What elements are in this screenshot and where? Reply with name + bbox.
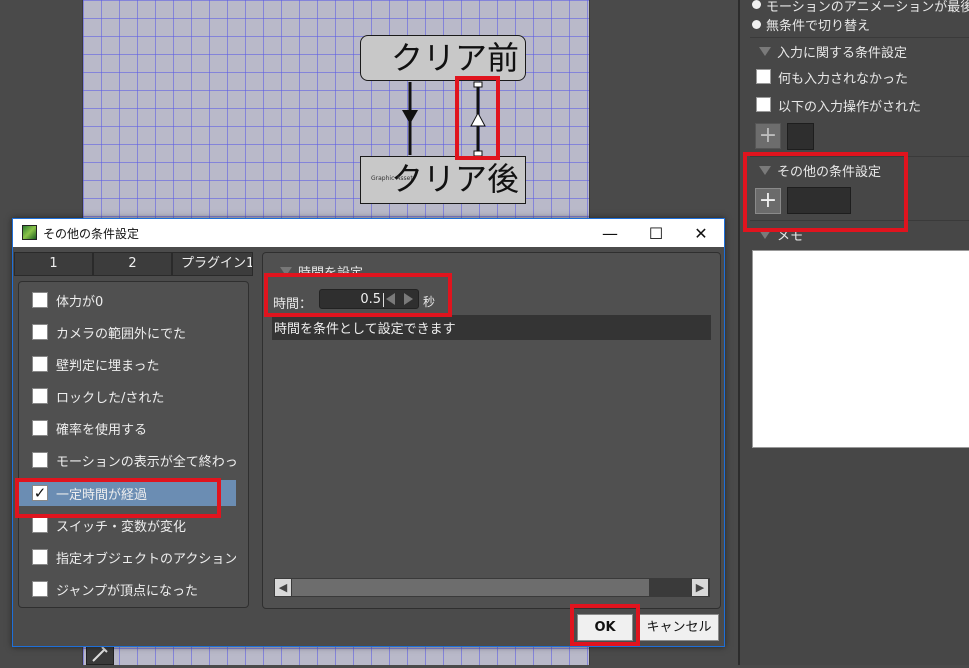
tab-plugin1-label: プラグイン1 [181,256,253,271]
scroll-left-button[interactable]: ◀ [275,579,291,596]
condition-list: 体力が0 カメラの範囲外にでた 壁判定に埋まった ロックした/された 確率を使用… [18,281,249,608]
condition-item-hp-zero[interactable]: 体力が0 [19,287,236,313]
condition-label: 壁判定に埋まった [56,359,160,374]
condition-checkbox[interactable] [32,581,48,597]
tab-plugin1[interactable]: プラグイン1 [172,252,253,276]
maximize-icon: ☐ [648,223,664,243]
checkbox-input-ops[interactable] [756,97,771,112]
node-clear-after[interactable]: Graphic Asset クリア後 [360,156,526,204]
condition-checkbox[interactable] [32,452,48,468]
condition-item-motion-finished[interactable]: モーションの表示が全て終わった [19,447,236,473]
checkbox-input-ops-label: 以下の入力操作がされた [778,100,922,115]
scroll-right-icon: ▶ [695,581,705,594]
tab-2[interactable]: 2 [93,252,172,276]
condition-checkbox[interactable] [32,549,48,565]
condition-item-wall-stuck[interactable]: 壁判定に埋まった [19,351,236,377]
scroll-left-icon: ◀ [278,581,288,594]
highlight-ok-button [570,604,640,646]
memo-textarea[interactable] [752,250,969,448]
condition-item-object-action[interactable]: 指定オブジェクトのアクションが [19,544,236,570]
collapse-triangle-icon [759,47,771,56]
condition-label: ジャンプが頂点になった [56,584,198,599]
condition-checkbox[interactable] [32,420,48,436]
minimize-button[interactable]: — [587,219,633,247]
highlight-other-conditions [743,152,908,232]
condition-label: 体力が0 [56,295,104,310]
minimize-icon: — [602,223,618,243]
condition-label: スイッチ・変数が変化 [56,520,187,535]
right-panel: モーションのアニメーションが最後 無条件で切り替え 入力に関する条件設定 何も入… [738,0,969,665]
condition-label: ロックした/された [56,391,165,406]
app-icon [22,225,37,240]
description-bar: 時間を条件として設定できます [272,315,711,340]
condition-label: カメラの範囲外にでた [56,327,187,342]
maximize-button[interactable]: ☐ [633,219,679,247]
down-arrow-icon [402,110,418,124]
condition-checkbox[interactable] [32,388,48,404]
close-button[interactable]: ✕ [678,219,724,247]
condition-item-probability[interactable]: 確率を使用する [19,415,236,441]
add-input-button[interactable]: + [755,123,781,149]
cancel-button-label: キャンセル [646,620,712,635]
condition-label: 確率を使用する [56,423,148,438]
checkbox-no-input[interactable] [756,69,771,84]
dialog-title: その他の条件設定 [43,227,140,241]
highlight-connector [455,76,500,160]
condition-label: モーションの表示が全て終わった [56,455,236,470]
tab-1-label: 1 [49,256,58,271]
scroll-right-button[interactable]: ▶ [692,579,708,596]
input-conditions-section[interactable]: 入力に関する条件設定 [750,37,969,65]
node-tiny-caption: Graphic Asset [371,175,413,182]
input-ops-slot[interactable] [787,123,814,150]
radio-motion-end-label: モーションのアニメーションが最後 [766,0,969,15]
radio-motion-end[interactable] [752,0,761,9]
condition-item-out-of-camera[interactable]: カメラの範囲外にでた [19,319,236,345]
condition-checkbox[interactable] [32,292,48,308]
close-icon: ✕ [694,223,708,243]
condition-checkbox[interactable] [32,324,48,340]
checkbox-no-input-label: 何も入力されなかった [778,72,909,87]
tab-2-label: 2 [128,256,137,271]
condition-checkbox[interactable] [32,356,48,372]
highlight-time-elapsed [15,478,221,518]
horizontal-scrollbar[interactable]: ◀ ▶ [274,578,710,597]
input-conditions-title: 入力に関する条件設定 [777,46,908,61]
highlight-time-setting [264,273,452,317]
node-clear-before[interactable]: クリア前 [360,35,526,81]
radio-unconditional[interactable] [752,20,761,29]
description-text: 時間を条件として設定できます [274,322,456,337]
cancel-button[interactable]: キャンセル [639,614,719,641]
radio-unconditional-label: 無条件で切り替え [766,19,871,34]
node-clear-before-label: クリア前 [390,39,519,77]
dialog-titlebar[interactable]: その他の条件設定 — ☐ ✕ [13,219,724,247]
scroll-thumb[interactable] [292,579,649,596]
condition-label: 指定オブジェクトのアクションが [56,552,236,567]
condition-checkbox[interactable] [32,517,48,533]
tab-1[interactable]: 1 [14,252,93,276]
plus-icon: + [758,123,778,148]
condition-item-jump-apex[interactable]: ジャンプが頂点になった [19,576,236,602]
condition-item-locked[interactable]: ロックした/された [19,383,236,409]
